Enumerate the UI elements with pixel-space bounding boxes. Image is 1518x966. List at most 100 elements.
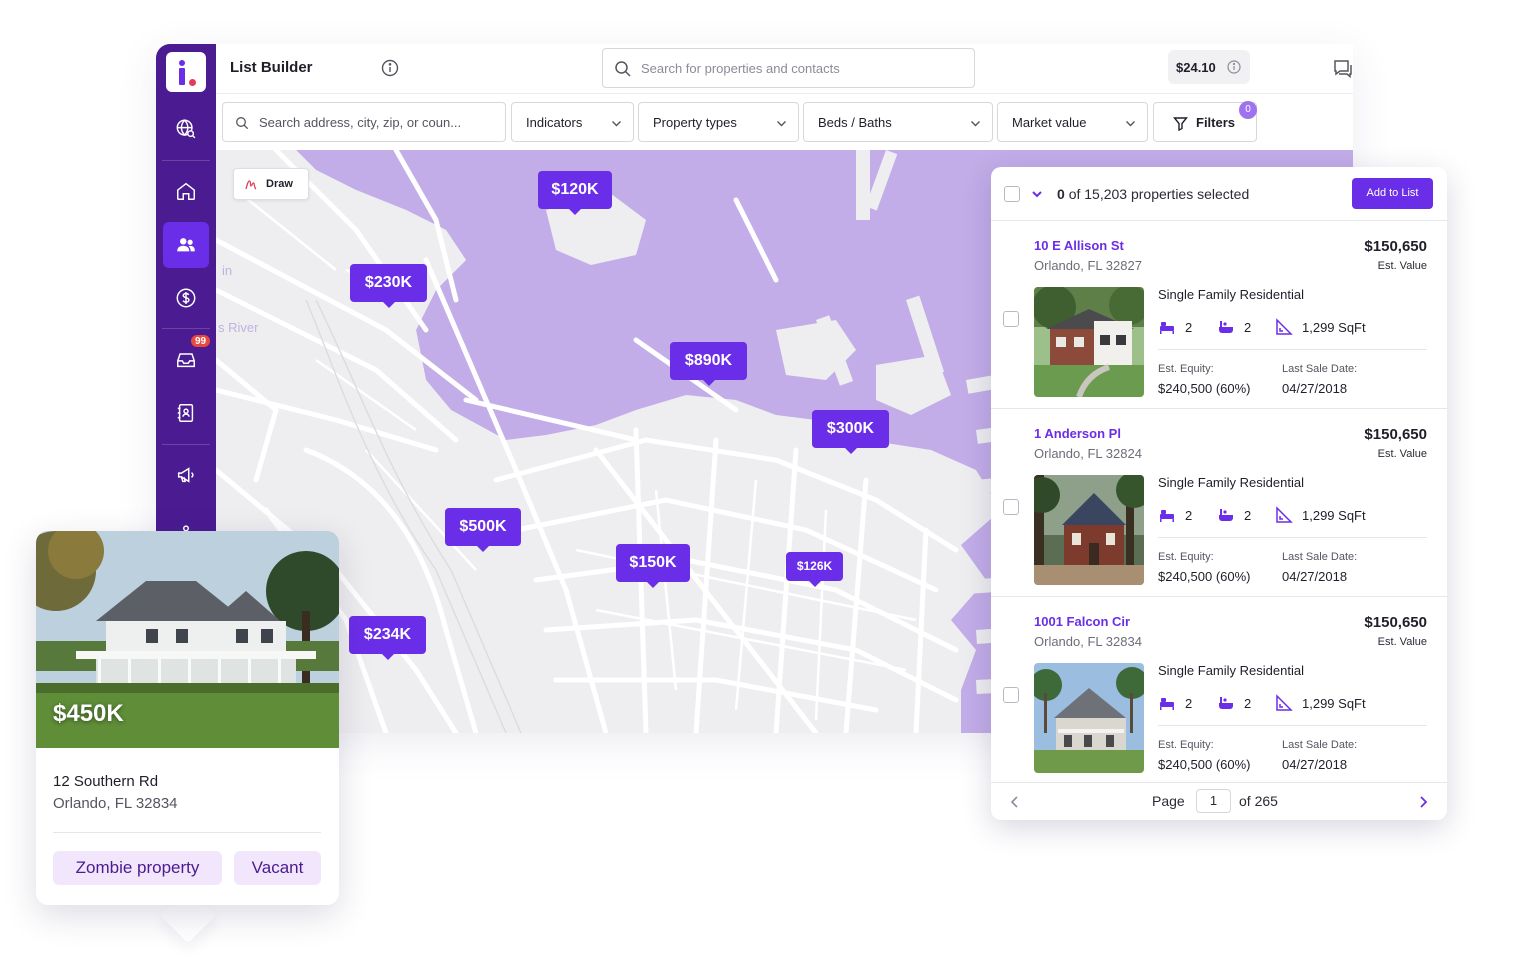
- equity-label: Est. Equity:: [1158, 739, 1214, 751]
- property-city: Orlando, FL 32827: [1034, 258, 1142, 273]
- page-title: List Builder: [230, 59, 313, 76]
- search-icon: [236, 117, 249, 130]
- chevron-left-icon[interactable]: [1009, 795, 1021, 809]
- filter-icon: [1173, 117, 1188, 131]
- results-panel: 0 of 15,203 properties selected Add to L…: [991, 167, 1447, 820]
- property-types-dropdown[interactable]: Property types: [638, 102, 799, 142]
- equity-label: Est. Equity:: [1158, 551, 1214, 563]
- property-value: $150,650: [1364, 614, 1427, 631]
- megaphone-icon: [177, 467, 194, 483]
- sidebar-item-directory[interactable]: [163, 390, 209, 436]
- sidebar-divider: [162, 444, 210, 445]
- property-checkbox[interactable]: [1003, 311, 1019, 327]
- property-address[interactable]: 10 E Allison St: [1034, 238, 1124, 253]
- sidebar-item-explore[interactable]: [163, 106, 209, 152]
- filters-count-badge: 0: [1239, 101, 1257, 119]
- property-value: $150,650: [1364, 426, 1427, 443]
- sale-date-value: 04/27/2018: [1282, 569, 1348, 584]
- baths-stat: 2: [1217, 318, 1251, 336]
- property-address[interactable]: 1001 Falcon Cir: [1034, 614, 1130, 629]
- map-price-pin[interactable]: $150K: [616, 544, 690, 588]
- chat-icon[interactable]: [1332, 57, 1353, 79]
- address-search-input[interactable]: Search address, city, zip, or coun...: [222, 102, 506, 142]
- add-to-list-button[interactable]: Add to List: [1352, 178, 1433, 209]
- tag-vacant[interactable]: Vacant: [234, 851, 321, 885]
- sale-date-value: 04/27/2018: [1282, 381, 1348, 396]
- page-total: of 265: [1239, 793, 1278, 809]
- inbox-icon: [177, 353, 195, 368]
- logo[interactable]: [166, 52, 206, 92]
- bed-icon: [1160, 510, 1174, 522]
- sale-date-label: Last Sale Date:: [1282, 551, 1358, 563]
- map-price-pin[interactable]: $500K: [445, 508, 521, 552]
- property-value: $150,650: [1364, 238, 1427, 255]
- info-icon: [1227, 60, 1241, 74]
- info-icon[interactable]: [380, 58, 400, 78]
- property-photo[interactable]: [1034, 475, 1144, 585]
- equity-value: $240,500 (60%): [1158, 381, 1251, 396]
- property-type: Single Family Residential: [1158, 663, 1304, 678]
- map-price-pin[interactable]: $230K: [350, 264, 427, 308]
- map-price-pin[interactable]: $120K: [538, 171, 612, 215]
- chevron-right-icon[interactable]: [1417, 795, 1429, 809]
- ruler-icon: [1276, 506, 1293, 523]
- sidebar-item-marketing[interactable]: [163, 452, 209, 498]
- property-row[interactable]: 10 E Allison St Orlando, FL 32827 $150,6…: [991, 221, 1447, 409]
- market-value-label: Market value: [1012, 115, 1087, 130]
- page-number-input[interactable]: 1: [1196, 789, 1231, 813]
- global-search-placeholder: Search for properties and contacts: [641, 61, 840, 76]
- sale-date-value: 04/27/2018: [1282, 757, 1348, 772]
- property-checkbox[interactable]: [1003, 499, 1019, 515]
- property-photo[interactable]: [1034, 287, 1144, 397]
- draw-button[interactable]: Draw: [233, 168, 309, 200]
- chevron-down-icon[interactable]: [1031, 189, 1043, 199]
- baths-stat: 2: [1217, 506, 1251, 524]
- map-price-pin[interactable]: $890K: [670, 342, 747, 386]
- map-price-pin[interactable]: $234K: [349, 616, 426, 660]
- property-value-label: Est. Value: [1377, 636, 1427, 648]
- beds-stat: 2: [1158, 506, 1192, 524]
- equity-value: $240,500 (60%): [1158, 569, 1251, 584]
- dollar-icon: [176, 288, 196, 308]
- home-icon: [177, 182, 195, 200]
- property-row[interactable]: 1 Anderson Pl Orlando, FL 32824 $150,650…: [991, 409, 1447, 597]
- beds-stat: 2: [1158, 694, 1192, 712]
- property-card-address: 12 Southern Rd: [53, 773, 159, 790]
- property-card[interactable]: $450K 12 Southern Rd Orlando, FL 32834 Z…: [36, 531, 339, 905]
- contacts-icon: [177, 404, 194, 422]
- beds-baths-dropdown[interactable]: Beds / Baths: [803, 102, 993, 142]
- global-search-input[interactable]: Search for properties and contacts: [602, 48, 975, 88]
- property-row[interactable]: 1001 Falcon Cir Orlando, FL 32834 $150,6…: [991, 597, 1447, 785]
- indicators-dropdown[interactable]: Indicators: [511, 102, 634, 142]
- beds-stat: 2: [1158, 318, 1192, 336]
- property-checkbox[interactable]: [1003, 687, 1019, 703]
- property-address[interactable]: 1 Anderson Pl: [1034, 426, 1121, 441]
- property-card-price: $450K: [53, 700, 124, 727]
- sidebar-item-contacts[interactable]: [163, 222, 209, 268]
- market-value-dropdown[interactable]: Market value: [997, 102, 1148, 142]
- chevron-down-icon: [1126, 121, 1135, 127]
- credit-balance[interactable]: $24.10: [1168, 50, 1250, 84]
- inbox-count-badge: 99: [190, 334, 212, 348]
- address-search-placeholder: Search address, city, zip, or coun...: [259, 115, 462, 130]
- property-type: Single Family Residential: [1158, 475, 1304, 490]
- property-city: Orlando, FL 32824: [1034, 446, 1142, 461]
- bath-icon: [1219, 321, 1233, 333]
- sidebar-item-home[interactable]: [163, 168, 209, 214]
- results-header: 0 of 15,203 properties selected Add to L…: [991, 167, 1447, 221]
- sidebar-item-deals[interactable]: [163, 275, 209, 321]
- svg-text:s River: s River: [218, 320, 259, 335]
- map-price-pin[interactable]: $126K: [786, 552, 843, 587]
- sale-date-label: Last Sale Date:: [1282, 363, 1358, 375]
- property-photo[interactable]: [1034, 663, 1144, 773]
- draw-label: Draw: [266, 178, 293, 190]
- property-type: Single Family Residential: [1158, 287, 1304, 302]
- map-price-pin[interactable]: $300K: [812, 410, 889, 454]
- top-bar: List Builder Search for properties and c…: [216, 44, 1353, 94]
- sale-date-label: Last Sale Date:: [1282, 739, 1358, 751]
- tag-zombie-property[interactable]: Zombie property: [53, 851, 222, 885]
- filters-label: Filters: [1196, 115, 1236, 130]
- ruler-icon: [1276, 694, 1293, 711]
- select-all-checkbox[interactable]: [1004, 186, 1020, 202]
- sqft-stat: 1,299 SqFt: [1275, 318, 1366, 336]
